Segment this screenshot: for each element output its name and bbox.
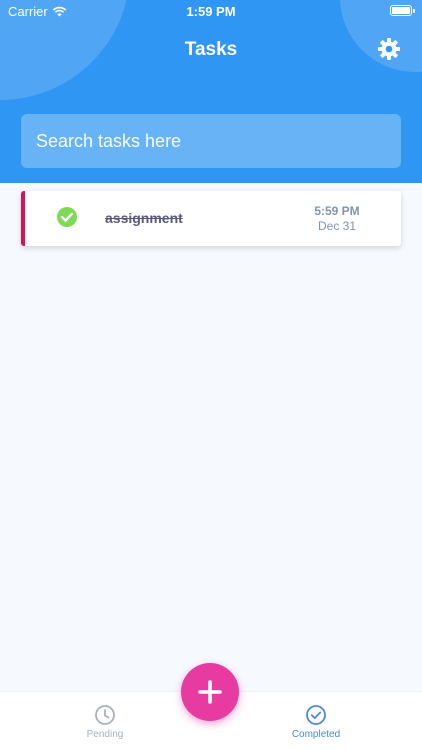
page-title: Tasks xyxy=(184,39,238,60)
task-time: 5:59 PM xyxy=(314,204,360,218)
task-date: Dec 31 xyxy=(317,219,357,233)
gear-icon[interactable] xyxy=(377,37,401,61)
check-circle-icon xyxy=(306,705,326,725)
status-bar: Carrier 1:59 PM xyxy=(0,0,422,22)
tab-pending[interactable]: Pending xyxy=(60,704,150,740)
add-task-button[interactable] xyxy=(181,663,239,721)
header: Carrier 1:59 PM Tasks xyxy=(0,0,422,183)
task-title: assignment xyxy=(105,210,183,226)
search-input[interactable] xyxy=(21,114,401,168)
tab-label: Pending xyxy=(86,729,124,740)
task-card[interactable]: assignment 5:59 PM Dec 31 xyxy=(21,191,401,246)
plus-icon xyxy=(198,680,222,704)
tab-label: Completed xyxy=(291,729,341,740)
check-circle-icon[interactable] xyxy=(56,206,78,228)
battery-icon xyxy=(390,5,415,16)
tab-completed[interactable]: Completed xyxy=(271,704,361,740)
clock-icon xyxy=(95,705,115,725)
clock: 1:59 PM xyxy=(186,4,236,19)
